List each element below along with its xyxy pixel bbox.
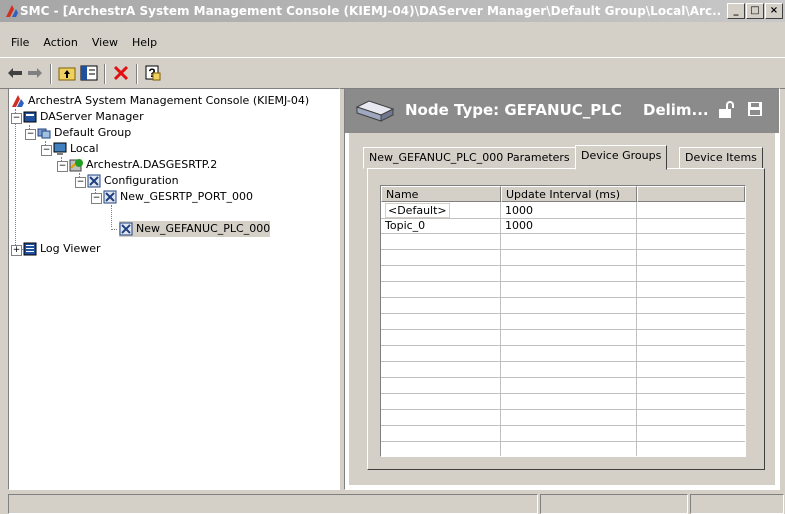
column-header-name[interactable]: Name	[381, 186, 501, 202]
detail-header: Node Type: GEFANUC_PLC Delim...	[345, 89, 779, 133]
tree-item-log-viewer[interactable]: Log Viewer	[23, 241, 101, 257]
menu-help[interactable]: Help	[125, 34, 164, 51]
tree-item-dasgesrtp[interactable]: ArchestrA.DASGESRTP.2	[69, 157, 217, 173]
table-row-name[interactable]: Topic_0	[381, 218, 501, 233]
up-folder-icon[interactable]	[56, 62, 78, 84]
toolbar: ?	[0, 57, 785, 89]
save-icon[interactable]	[747, 101, 763, 117]
table-row-interval[interactable]: 1000	[501, 218, 637, 233]
status-panel-2	[540, 494, 688, 514]
smc-app-icon	[6, 5, 18, 17]
column-header-update-interval[interactable]: Update Interval (ms)	[501, 186, 637, 202]
delete-icon[interactable]	[110, 62, 132, 84]
column-header-empty	[637, 186, 745, 202]
console-tree: ArchestrA System Management Console (KIE…	[8, 88, 340, 490]
table-row-interval[interactable]: 1000	[501, 203, 637, 218]
show-hide-tree-icon[interactable]	[78, 62, 100, 84]
status-panel-main	[8, 494, 538, 514]
tree-item-port[interactable]: New_GESRTP_PORT_000	[103, 189, 253, 205]
tree-item-default-group[interactable]: Default Group	[37, 125, 131, 141]
tree-item-local[interactable]: Local	[53, 141, 99, 157]
tab-device-groups[interactable]: Device Groups	[575, 145, 668, 170]
title-bar: SMC - [ArchestrA System Management Conso…	[0, 0, 785, 22]
node-type-label: Node Type: GEFANUC_PLC	[405, 101, 622, 119]
device-groups-panel: Name Update Interval (ms) <Default> 1000…	[367, 168, 765, 470]
expand-toggle[interactable]: +	[11, 245, 22, 256]
group-icon	[37, 128, 51, 139]
menu-file[interactable]: File	[4, 34, 36, 51]
back-arrow-icon[interactable]	[4, 62, 26, 84]
collapse-toggle[interactable]: −	[11, 113, 22, 124]
tree-item-configuration[interactable]: Configuration	[87, 173, 179, 189]
help-icon[interactable]: ?	[142, 62, 164, 84]
close-button[interactable]: ×	[765, 3, 783, 19]
forward-arrow-icon[interactable]	[24, 62, 46, 84]
plc-device-icon	[355, 100, 395, 122]
unlock-icon[interactable]	[717, 101, 735, 119]
tree-item-plc-selected[interactable]: New_GEFANUC_PLC_000	[119, 221, 271, 237]
computer-icon	[53, 142, 67, 155]
status-bar	[0, 492, 785, 514]
log-viewer-icon	[23, 242, 37, 256]
maximize-button[interactable]: □	[746, 3, 764, 19]
tree-item-root[interactable]: ArchestrA System Management Console (KIE…	[11, 93, 309, 109]
server-manager-icon	[23, 111, 37, 123]
daserver-icon	[69, 159, 83, 172]
minimize-button[interactable]: _	[727, 3, 745, 19]
collapse-toggle[interactable]: −	[25, 129, 36, 140]
collapse-toggle[interactable]: −	[91, 193, 102, 204]
window-title: SMC - [ArchestrA System Management Conso…	[20, 4, 720, 18]
configuration-icon	[87, 174, 101, 188]
smc-icon	[12, 95, 24, 107]
plc-icon	[119, 222, 133, 236]
port-icon	[103, 190, 117, 204]
collapse-toggle[interactable]: −	[41, 145, 52, 156]
delimiter-label: Delim...	[643, 101, 709, 119]
table-row-name[interactable]: <Default>	[381, 203, 501, 218]
collapse-toggle[interactable]: −	[57, 161, 68, 172]
status-panel-3	[690, 494, 784, 514]
detail-body: New_GEFANUC_PLC_000 Parameters Device Gr…	[349, 133, 775, 485]
menu-view[interactable]: View	[85, 34, 125, 51]
menu-action[interactable]: Action	[36, 34, 84, 51]
tab-parameters[interactable]: New_GEFANUC_PLC_000 Parameters	[363, 147, 576, 169]
menu-bar: File Action View Help	[0, 34, 785, 54]
tab-device-items[interactable]: Device Items	[679, 147, 763, 169]
tree-item-daserver-manager[interactable]: DAServer Manager	[23, 109, 144, 125]
device-groups-grid[interactable]: Name Update Interval (ms) <Default> 1000…	[380, 185, 746, 457]
collapse-toggle[interactable]: −	[75, 177, 86, 188]
detail-pane: Node Type: GEFANUC_PLC Delim... New_GEFA…	[344, 88, 780, 490]
